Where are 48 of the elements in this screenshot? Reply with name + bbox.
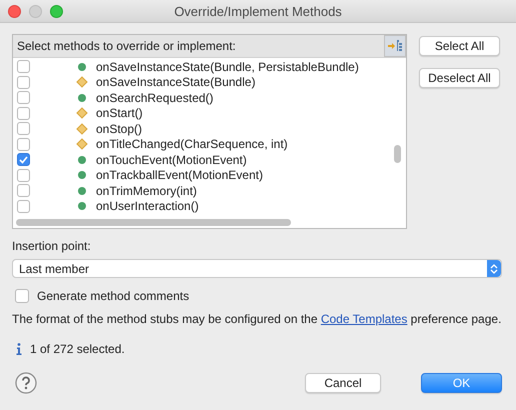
method-name: onSaveInstanceState(Bundle, PersistableBundle) xyxy=(96,60,359,74)
protected-method-icon xyxy=(76,76,88,88)
method-checkbox[interactable] xyxy=(17,138,30,151)
comments-label: Generate method comments xyxy=(37,289,190,303)
method-checkbox[interactable] xyxy=(17,106,30,120)
method-checkbox[interactable] xyxy=(17,153,30,166)
minimize-button[interactable] xyxy=(29,4,42,18)
method-name: onTitleChanged(CharSequence, int) xyxy=(96,137,288,152)
method-name: onSearchRequested() xyxy=(96,90,214,105)
help-icon[interactable] xyxy=(15,372,37,394)
method-name: onStop() xyxy=(96,122,142,136)
method-checkbox[interactable] xyxy=(17,122,30,136)
method-checkbox[interactable] xyxy=(17,76,30,89)
method-name: onTouchEvent(MotionEvent) xyxy=(96,152,247,167)
method-name: onStart() xyxy=(96,106,143,120)
method-checkbox[interactable] xyxy=(17,184,30,198)
public-method-icon xyxy=(78,94,86,102)
sort-toggle-button[interactable] xyxy=(384,35,406,57)
close-button[interactable] xyxy=(8,4,21,18)
comments-checkbox[interactable] xyxy=(15,289,29,303)
protected-method-icon xyxy=(76,108,88,119)
method-name: onTrackballEvent(MotionEvent) xyxy=(96,168,263,182)
method-name: onTrimMemory(int) xyxy=(96,184,197,198)
dropdown-arrows-icon xyxy=(487,260,501,277)
method-checkbox[interactable] xyxy=(17,91,30,104)
cancel-button[interactable]: Cancel xyxy=(305,373,381,393)
method-checkbox[interactable] xyxy=(17,60,30,74)
select-button[interactable]: Deselect All xyxy=(419,68,500,88)
zoom-button[interactable] xyxy=(50,4,63,18)
method-name: onUserInteraction() xyxy=(96,199,199,214)
protected-method-icon xyxy=(76,138,88,150)
insertion-point-dropdown[interactable]: Last member xyxy=(12,259,502,278)
horizontal-scrollbar[interactable] xyxy=(16,219,291,226)
info-text: The format of the method stubs may be configured on the Code Templates preference page. xyxy=(12,312,502,326)
method-checkbox[interactable] xyxy=(17,200,30,213)
insertion-point-label: Insertion point: xyxy=(12,239,92,253)
method-checkbox[interactable] xyxy=(17,168,30,182)
window-title: Override/Implement Methods xyxy=(174,4,342,18)
vertical-scrollbar[interactable] xyxy=(394,145,401,163)
public-method-icon xyxy=(78,62,86,71)
method-name: onSaveInstanceState(Bundle) xyxy=(96,75,256,90)
info-icon xyxy=(16,343,22,355)
arrow-tree-icon xyxy=(388,40,402,52)
panel-label: Select methods to override or implement: xyxy=(16,39,236,53)
status-text: 1 of 272 selected. xyxy=(30,342,125,356)
select-button[interactable]: Select All xyxy=(419,36,500,56)
code-templates-link[interactable]: Code Templates xyxy=(320,312,408,326)
protected-method-icon xyxy=(76,123,88,134)
